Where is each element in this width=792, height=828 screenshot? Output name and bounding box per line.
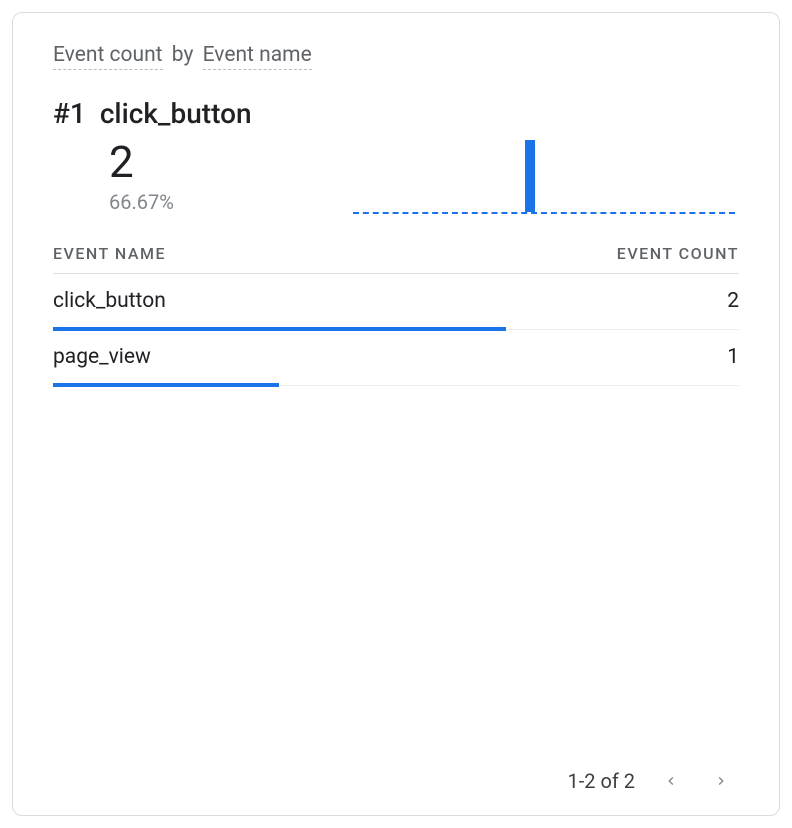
chevron-left-icon: [663, 773, 679, 789]
row-event-name: page_view: [53, 345, 151, 369]
top-event-pct: 66.67%: [109, 190, 353, 214]
pager-next-button[interactable]: [707, 767, 735, 795]
metrics-row: 2 66.67%: [53, 134, 739, 214]
event-count-card: Event count by Event name #1 click_butto…: [12, 12, 780, 816]
event-table: EVENT NAME EVENT COUNT click_button 2 page…: [53, 244, 739, 386]
title-metric[interactable]: Event count: [53, 43, 163, 70]
metrics-col: 2 66.67%: [53, 140, 353, 214]
pager: 1-2 of 2: [53, 761, 739, 795]
table-body: click_button 2 page_view 1: [53, 274, 739, 386]
top-event-value: 2: [109, 140, 353, 184]
table-header: EVENT NAME EVENT COUNT: [53, 244, 739, 274]
card-title: Event count by Event name: [53, 43, 739, 67]
pager-range: 1-2 of 2: [567, 769, 635, 793]
pager-prev-button[interactable]: [657, 767, 685, 795]
col-header-name: EVENT NAME: [53, 244, 166, 263]
row-bar: [53, 383, 279, 387]
row-event-value: 2: [727, 289, 739, 313]
table-row[interactable]: page_view 1: [53, 330, 739, 386]
top-event-name: click_button: [100, 99, 252, 130]
col-header-value: EVENT COUNT: [617, 244, 739, 263]
title-dimension[interactable]: Event name: [203, 43, 312, 70]
sparkline-chart: [353, 134, 735, 214]
rank-label: #1: [53, 99, 86, 130]
table-row[interactable]: click_button 2: [53, 274, 739, 330]
sparkline-bar: [525, 140, 535, 212]
row-event-value: 1: [727, 345, 739, 369]
row-event-name: click_button: [53, 289, 166, 313]
chevron-right-icon: [713, 773, 729, 789]
top-event-row: #1 click_button: [53, 99, 739, 130]
title-by: by: [168, 43, 198, 67]
